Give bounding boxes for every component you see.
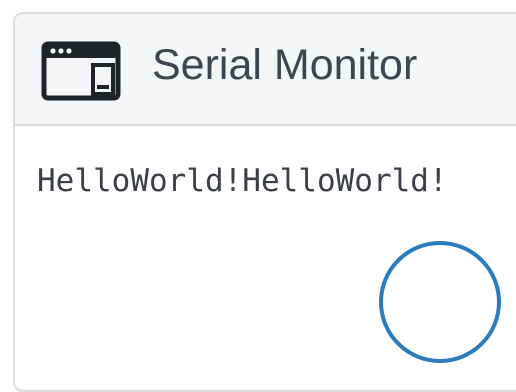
serial-output-text: HelloWorld!HelloWorld! xyxy=(37,163,448,199)
loading-circle-icon xyxy=(379,241,501,363)
serial-monitor-window-icon xyxy=(41,41,121,101)
serial-monitor-panel: Serial Monitor HelloWorld!HelloWorld! xyxy=(13,12,516,392)
panel-title: Serial Monitor xyxy=(152,41,418,89)
panel-header: Serial Monitor xyxy=(15,14,516,126)
